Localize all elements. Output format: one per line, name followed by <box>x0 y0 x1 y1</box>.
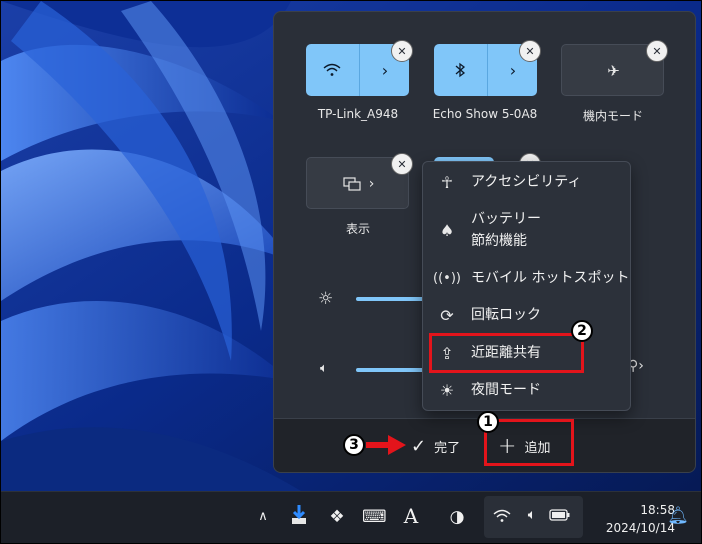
menu-item-label-line2: 節約機能 <box>471 233 527 249</box>
show-hidden-icons-chevron[interactable]: ∧ <box>251 509 275 524</box>
highlight-nearby-share <box>429 333 584 373</box>
dropbox-icon[interactable]: ❖ <box>325 507 349 527</box>
tile-label-bluetooth: Echo Show 5-0A8 <box>432 107 538 121</box>
volume-icon[interactable]: 🔈︎ <box>320 361 328 376</box>
add-quick-setting-menu: ☥ アクセシビリティ ♠ バッテリー 節約機能 ((•)) モバイル ホットスポ… <box>422 161 631 411</box>
menu-item-label: 回転ロック <box>471 307 541 323</box>
chevron-right-icon: › <box>381 60 389 80</box>
menu-item-label-line1: バッテリー <box>471 211 541 227</box>
wifi-icon <box>323 63 341 76</box>
menu-item-mobile-hotspot[interactable]: ((•)) モバイル ホットスポット <box>423 266 630 290</box>
clock-date: 2024/10/14 <box>605 521 675 535</box>
hotspot-icon: ((•)) <box>433 270 461 286</box>
unpin-icon[interactable]: ✕ <box>391 153 413 175</box>
download-icon[interactable] <box>287 504 311 531</box>
wifi-icon <box>490 508 514 528</box>
tile-label-wifi: TP-Link_A948 <box>317 107 399 121</box>
bluetooth-toggle[interactable] <box>434 44 486 96</box>
unpin-icon[interactable]: ✕ <box>519 40 541 62</box>
step-badge-1: 1 <box>477 411 499 433</box>
wifi-toggle[interactable] <box>306 44 358 96</box>
accessibility-icon: ☥ <box>441 172 453 192</box>
screenshot-frame: › ✕ TP-Link_A948 › ✕ Echo Show 5-0A8 ✈ ✕… <box>0 0 702 544</box>
arrow-pointer <box>366 435 406 455</box>
menu-item-battery-saver[interactable]: ♠ バッテリー 節約機能 <box>423 207 630 253</box>
menu-item-rotation-lock[interactable]: ⟳ 回転ロック <box>423 303 630 327</box>
tile-label-airplane: 機内モード <box>582 109 643 123</box>
step-badge-3: 3 <box>343 434 365 456</box>
menu-item-label: モバイル ホットスポット <box>471 270 630 286</box>
done-button[interactable]: ✓ 完了 <box>411 436 460 457</box>
unpin-icon[interactable]: ✕ <box>646 40 668 62</box>
clock-time: 18:58 <box>640 503 675 517</box>
clock[interactable]: 18:58 2024/10/14 <box>589 501 675 537</box>
keyboard-icon[interactable]: ⌨ <box>362 507 387 527</box>
taskbar: ∧ ❖ ⌨ A ◑ 🔈︎ 18:58 2024/10/14 🔔︎ <box>1 491 701 543</box>
chevron-right-icon: › <box>509 60 517 80</box>
brightness-slider[interactable] <box>356 297 426 301</box>
menu-item-label: バッテリー 節約機能 <box>471 208 541 252</box>
menu-item-night-light[interactable]: ☀ 夜間モード <box>423 378 630 402</box>
night-light-icon: ☀ <box>439 380 455 400</box>
brightness-icon: ☼ <box>318 289 334 309</box>
ime-indicator[interactable]: A <box>399 504 423 528</box>
menu-item-accessibility[interactable]: ☥ アクセシビリティ <box>423 170 630 194</box>
done-label: 完了 <box>434 441 461 456</box>
menu-item-label: 夜間モード <box>471 382 541 398</box>
battery-charging-icon <box>548 507 572 527</box>
network-volume-battery-group[interactable]: 🔈︎ <box>484 496 583 538</box>
bluetooth-icon <box>455 62 466 78</box>
unpin-icon[interactable]: ✕ <box>391 40 413 62</box>
chevron-right-icon: › <box>368 176 375 192</box>
menu-item-label: アクセシビリティ <box>471 174 582 190</box>
battery-saver-icon: ♠ <box>439 220 455 240</box>
notification-bell-icon[interactable]: 🔔︎ <box>666 506 690 526</box>
volume-icon: 🔈︎ <box>527 507 537 523</box>
status-circle-icon[interactable]: ◑ <box>445 507 469 527</box>
checkmark-icon: ✓ <box>411 436 427 457</box>
tile-label-display: 表示 <box>345 222 370 236</box>
rotation-lock-icon: ⟳ <box>440 305 454 325</box>
volume-slider[interactable] <box>356 368 426 372</box>
step-badge-2: 2 <box>571 320 593 342</box>
